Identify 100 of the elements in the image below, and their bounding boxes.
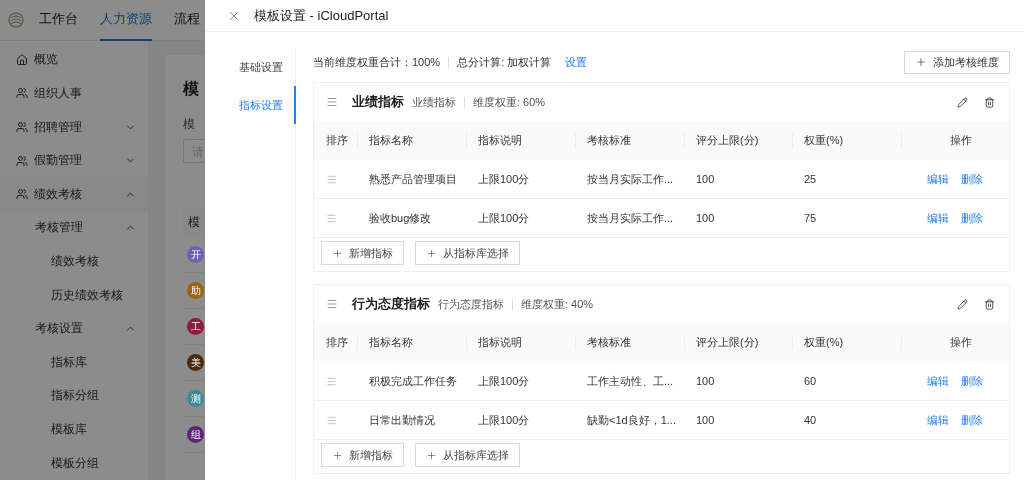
plus-icon [426, 449, 437, 461]
edit-button[interactable] [957, 96, 968, 108]
delete-link[interactable]: 删除 [961, 373, 983, 389]
avatar: 工 [187, 318, 204, 335]
drag-handle-icon[interactable] [326, 298, 338, 310]
sidebar-item[interactable]: 考核管理 [0, 211, 148, 245]
avatar: 组 [187, 426, 204, 443]
drag-handle-icon[interactable] [326, 96, 338, 108]
table-cell: 按当月实际工作... [587, 171, 674, 187]
logo-icon [8, 12, 24, 28]
people-icon [16, 188, 28, 201]
column-header: 指标名称 [357, 323, 466, 362]
page-title: 模 [183, 79, 200, 99]
score-method: 总分计算: 加权计算 [457, 54, 552, 70]
drag-handle-icon[interactable] [326, 414, 337, 426]
column-header: 考核标准 [575, 323, 684, 362]
dimension-type: 行为态度指标 [438, 296, 504, 312]
weight-total: 当前维度权重合计：100% [313, 54, 441, 70]
avatar: 美 [187, 354, 204, 371]
drag-handle-icon[interactable] [326, 375, 337, 387]
add-dimension-button[interactable]: 添加考核维度 [904, 50, 1010, 74]
edit-link[interactable]: 编辑 [927, 412, 949, 428]
column-header: 排序 [314, 323, 357, 362]
sidebar-item[interactable]: 模板库 [0, 412, 148, 447]
home-icon [16, 53, 28, 66]
column-header: 操作 [901, 121, 1009, 160]
sidebar-item[interactable]: 指标分组 [0, 379, 148, 413]
settings-link[interactable]: 设置 [565, 54, 588, 70]
table-cell: 验收bug修改 [369, 210, 432, 226]
table-cell: 100 [696, 375, 715, 387]
avatar: 助 [187, 282, 204, 299]
table-cell: 日常出勤情况 [369, 412, 435, 428]
sidebar-item[interactable]: 模板分组 [0, 446, 148, 480]
plus-icon [915, 56, 927, 68]
nav-item[interactable]: 指标设置 [205, 86, 296, 124]
table-cell: 75 [804, 212, 817, 224]
table-cell: 缺勤<1d良好，1... [587, 412, 676, 428]
edit-link[interactable]: 编辑 [927, 171, 949, 187]
table-cell: 25 [804, 173, 817, 185]
dimension-type: 业绩指标 [412, 94, 456, 110]
column-header: 指标说明 [466, 323, 575, 362]
column-header: 指标名称 [357, 121, 466, 160]
avatar: 开 [187, 246, 204, 263]
sidebar-item[interactable]: 指标库 [0, 345, 148, 380]
plus-icon [332, 449, 343, 461]
dimension-title: 业绩指标 [352, 93, 404, 111]
plus-icon [332, 247, 343, 259]
sidebar-item[interactable]: 考核设置 [0, 311, 148, 346]
column-header: 排序 [314, 121, 357, 160]
select-from-library-button[interactable]: 从指标库选择 [415, 443, 520, 467]
table-cell: 熟悉产品管理项目 [369, 171, 457, 187]
column-header: 权重(%) [792, 121, 901, 160]
table-cell: 按当月实际工作... [587, 210, 674, 226]
sidebar-item[interactable]: 绩效考核 [0, 244, 148, 279]
add-indicator-button[interactable]: 新增指标 [321, 241, 404, 265]
sidebar-item[interactable]: 假勤管理 [0, 143, 148, 178]
delete-link[interactable]: 删除 [961, 412, 983, 428]
select-from-library-button[interactable]: 从指标库选择 [415, 241, 520, 265]
table-cell: 上限100分 [478, 373, 530, 389]
avatar: 测 [187, 390, 204, 407]
table-cell: 100 [696, 173, 715, 185]
delete-link[interactable]: 删除 [961, 210, 983, 226]
dimension-weight: 维度权重: 40% [521, 296, 594, 312]
column-header: 评分上限(分) [684, 121, 792, 160]
column-header: 评分上限(分) [684, 323, 792, 362]
delete-button[interactable] [984, 298, 995, 310]
table-cell: 60 [804, 375, 817, 387]
people-icon [16, 87, 28, 100]
plus-icon [426, 247, 437, 259]
edit-button[interactable] [957, 298, 968, 310]
table-cell: 工作主动性、工... [587, 373, 674, 389]
delete-link[interactable]: 删除 [961, 171, 983, 187]
column-header: 操作 [901, 323, 1009, 362]
dimension-title: 行为态度指标 [352, 295, 430, 313]
column-header: 指标说明 [466, 121, 575, 160]
sidebar-item[interactable]: 历史绩效考核 [0, 278, 148, 312]
sidebar-item[interactable]: 组织人事 [0, 76, 148, 111]
table-cell: 上限100分 [478, 412, 530, 428]
drag-handle-icon[interactable] [326, 173, 337, 185]
nav-item[interactable]: 基础设置 [205, 48, 296, 86]
edit-link[interactable]: 编辑 [927, 373, 949, 389]
drag-handle-icon[interactable] [326, 212, 337, 224]
table-cell: 上限100分 [478, 171, 530, 187]
nav-tab[interactable]: 流程 [174, 0, 200, 41]
sidebar-item[interactable]: 概览 [0, 43, 148, 77]
table-cell: 100 [696, 212, 715, 224]
table-cell: 40 [804, 414, 817, 426]
add-indicator-button[interactable]: 新增指标 [321, 443, 404, 467]
nav-tab[interactable]: 工作台 [39, 0, 78, 41]
column-header: 权重(%) [792, 323, 901, 362]
delete-button[interactable] [984, 96, 995, 108]
people-icon [16, 121, 28, 133]
table-cell: 上限100分 [478, 210, 530, 226]
edit-link[interactable]: 编辑 [927, 210, 949, 226]
table-cell: 100 [696, 414, 715, 426]
column-header: 考核标准 [575, 121, 684, 160]
sidebar-item[interactable]: 招聘管理 [0, 110, 148, 144]
field-label: 模 [183, 116, 196, 133]
drawer-title: 模板设置 - iCloudPortal [254, 6, 389, 25]
dimension-weight: 维度权重: 60% [473, 94, 546, 110]
